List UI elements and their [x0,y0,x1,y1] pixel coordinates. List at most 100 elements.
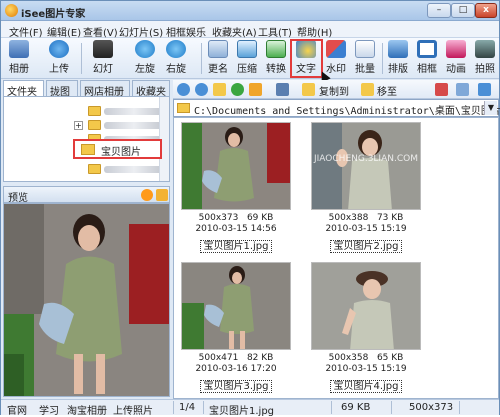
thumbnail-name-wrap: 宝贝图片1.jpg [177,237,295,253]
rotate-left-icon [135,40,155,58]
forward-icon[interactable] [195,83,208,96]
folder-icon [81,144,95,155]
menu-view[interactable]: 查看(V) [83,24,118,39]
thumb-date: 2010-03-16 17:20 [195,364,277,374]
chevron-down-icon[interactable]: ▼ [484,101,497,115]
album-button[interactable]: 相册 [5,40,33,77]
app-window: iSee图片专家 – □ x 文件(F) 编辑(E) 查看(V) 幻灯片(S) … [0,0,500,417]
batch-button[interactable]: 批量 [353,40,377,77]
move-to-icon[interactable] [361,83,374,96]
qq-icon[interactable] [141,189,153,201]
animation-label: 动画 [446,64,466,75]
back-icon[interactable] [177,83,190,96]
layout-icon [388,40,408,58]
thumb-size: 69 KB [246,213,274,223]
path-bar[interactable]: C:\Documents and Settings\Administrator\… [173,99,500,117]
thumb-name: 宝贝图片2.jpg [330,240,402,253]
toolbar-separator [81,43,82,74]
thumbnail-meta: 500x373 69 KB 2010-03-15 14:56 [177,213,295,235]
thumbnail-item[interactable]: 500x388 73 KB 2010-03-15 15:19 宝贝图片2.jpg [307,120,425,254]
watermark-text: JIAOCHENG.3LIAN.COM [314,154,418,164]
copy-to-button[interactable]: 复制到 [319,83,349,98]
copy-to-icon[interactable] [302,83,315,96]
tree-item[interactable] [74,163,169,176]
tree-item[interactable] [74,105,169,118]
tab-folders[interactable]: 文件夹 [3,80,44,96]
rotate-left-button[interactable]: 左旋 [131,40,159,77]
thumbnail-item[interactable]: 500x471 82 KB 2010-03-16 17:20 宝贝图片3.jpg [177,260,295,394]
slideshow-label: 幻灯 [93,64,113,75]
frame-label: 相框 [417,64,437,75]
selected-folder[interactable]: 宝贝图片 [73,139,162,159]
preview-header: 预览 [3,186,170,204]
status-separator [203,401,204,414]
tree-item[interactable]: + [74,119,169,132]
album-label: 相册 [9,64,29,75]
sort-icon[interactable] [249,83,262,96]
upload-button[interactable]: 上传 [45,40,73,77]
main-toolbar: 相册 上传 幻灯 左旋 右旋 更名 压缩 转换 文字 水印 批量 排版 相框 动… [1,38,499,79]
layout-label: 排版 [388,64,408,75]
menu-frame-fun[interactable]: 相框娱乐 [166,24,206,39]
left-panel-tabs: 文件夹 拢图 网店相册 收藏夹 [3,80,170,96]
frame-button[interactable]: 相框 [415,40,439,77]
view-mode-icon[interactable] [276,83,289,96]
menu-tools[interactable]: 工具(T) [258,24,292,39]
thumb-date: 2010-03-15 15:19 [325,224,407,234]
thumbnail-item[interactable]: 500x373 69 KB 2010-03-15 14:56 宝贝图片1.jpg [177,120,295,254]
settings-icon[interactable] [478,83,491,96]
maximize-button[interactable]: □ [451,3,475,18]
tab-thumbs[interactable]: 拢图 [46,80,78,96]
blurred-folder-name [104,108,164,115]
menu-help[interactable]: 帮助(H) [297,24,332,39]
tab-shop-album[interactable]: 网店相册 [80,80,130,96]
thumb-dims: 500x471 [198,353,239,363]
thumb-dims: 500x388 [328,213,369,223]
up-folder-icon[interactable] [213,83,226,96]
slideshow-icon [93,40,113,58]
thumb-size: 73 KB [376,213,404,223]
rotate-right-button[interactable]: 右旋 [162,40,190,77]
refresh-icon[interactable] [231,83,244,96]
batch-label: 批量 [355,64,375,75]
menu-favorites[interactable]: 收藏夹(A) [212,24,257,39]
close-button[interactable]: x [475,3,497,18]
preview-title: 预览 [8,193,28,204]
camera-button[interactable]: 拍照 [473,40,497,77]
toolbar-separator [382,43,383,74]
slideshow-button[interactable]: 幻灯 [89,40,117,77]
compress-icon [237,40,257,58]
chart-icon[interactable] [156,189,168,201]
thumbnail-item[interactable]: 500x358 65 KB 2010-03-15 15:19 宝贝图片4.jpg [307,260,425,394]
compress-label: 压缩 [237,64,257,75]
folder-icon [177,103,190,113]
expand-icon[interactable]: + [74,121,83,130]
minimize-button[interactable]: – [427,3,451,18]
layout-button[interactable]: 排版 [386,40,410,77]
move-to-button[interactable]: 移至 [377,83,397,98]
rename-icon [208,40,228,58]
camera-icon [475,40,495,58]
menu-edit[interactable]: 编辑(E) [47,24,81,39]
rename-button[interactable]: 更名 [206,40,230,77]
photo-2 [312,123,420,209]
blurred-folder-name [104,122,164,129]
status-separator [391,401,392,414]
status-separator [173,401,174,414]
path-toolbar: 复制到 移至 [173,80,499,99]
animation-button[interactable]: 动画 [444,40,468,77]
properties-icon[interactable] [456,83,469,96]
thumb-date: 2010-03-15 15:19 [325,364,407,374]
delete-icon[interactable] [435,83,448,96]
thumb-name: 宝贝图片3.jpg [200,380,272,393]
convert-icon [266,40,286,58]
status-bar: 官网 学习 淘宝相册 上传照片 1/4 宝贝图片1.jpg 69 KB 500x… [1,399,499,417]
frame-icon [417,40,437,58]
menu-file[interactable]: 文件(F) [9,24,43,39]
compress-button[interactable]: 压缩 [235,40,259,77]
tab-favorites[interactable]: 收藏夹 [132,80,170,96]
menu-slideshow[interactable]: 幻灯片(S) [119,24,163,39]
upload-label: 上传 [49,64,69,75]
album-icon [9,40,29,58]
convert-button[interactable]: 转换 [264,40,288,77]
